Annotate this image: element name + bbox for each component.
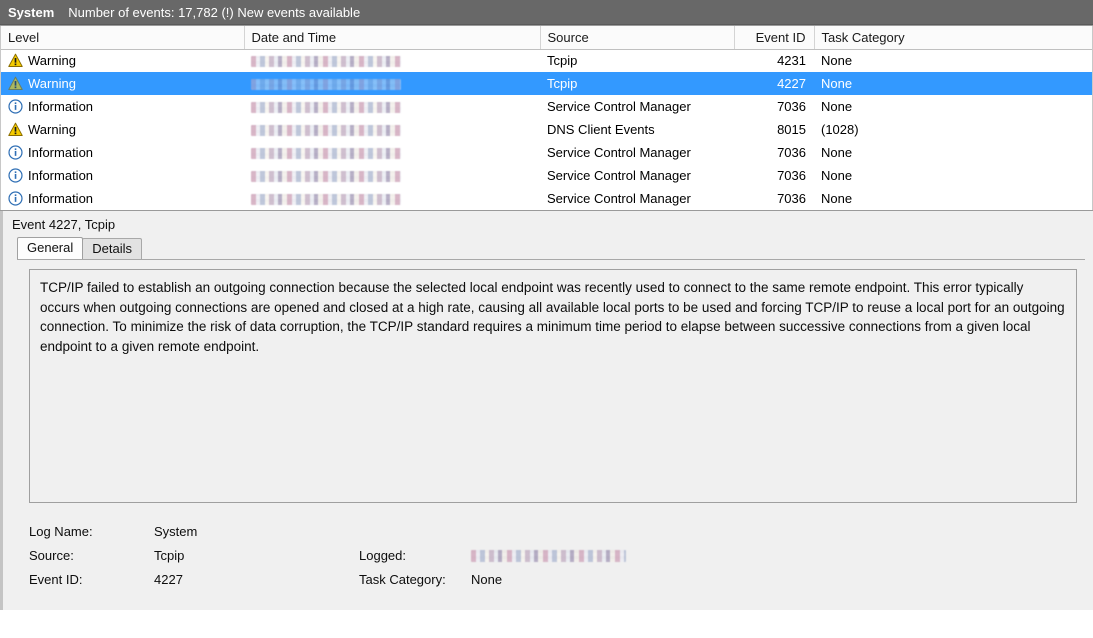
cell-level: Information	[1, 95, 244, 118]
redacted-datetime	[251, 148, 401, 160]
cell-event-id: 4227	[734, 72, 814, 95]
cell-source: Service Control Manager	[547, 191, 691, 206]
table-row[interactable]: Information Service Control Manager 7036 No…	[1, 187, 1092, 210]
cell-date-and-time	[244, 49, 540, 72]
cell-date-and-time	[244, 164, 540, 187]
event-detail-pane: Event 4227, Tcpip General Details TCP/IP…	[0, 211, 1093, 610]
warning-icon	[8, 122, 23, 136]
information-icon	[8, 191, 23, 206]
cell-level: Information	[1, 187, 244, 210]
table-header-row: Level Date and Time Source Event ID Task…	[1, 26, 1092, 50]
cell-source: Tcpip	[547, 53, 578, 69]
column-header-level[interactable]: Level	[1, 26, 245, 50]
level-label: Information	[28, 99, 94, 114]
task-category-label: Task Category:	[359, 571, 446, 587]
cell-event-id: 7036	[777, 145, 806, 160]
table-row[interactable]: Information Service Control Manager 7036 No…	[1, 164, 1092, 187]
event-description-text: TCP/IP failed to establish an outgoing c…	[40, 280, 1065, 354]
table-row[interactable]: Warning DNS Client Events 8015 (1028)	[1, 118, 1092, 141]
column-header-task-category[interactable]: Task Category	[814, 26, 1092, 50]
level-label: Warning	[28, 76, 76, 91]
event-metadata-fields: Log Name: System Source: Tcpip Logged: E…	[29, 519, 1085, 591]
cell-event-id: 8015	[777, 122, 806, 137]
tab-details[interactable]: Details	[82, 238, 142, 259]
event-id-label: Event ID:	[29, 571, 83, 587]
redacted-datetime	[251, 56, 401, 68]
redacted-datetime	[251, 102, 401, 114]
level-label: Information	[28, 191, 94, 206]
cell-event-id: 4231	[777, 53, 806, 69]
metadata-row-source-logged: Source: Tcpip Logged:	[29, 543, 1085, 567]
event-list-table[interactable]: Level Date and Time Source Event ID Task…	[1, 26, 1092, 210]
cell-level: Warning	[1, 72, 244, 95]
cell-task-category: None	[821, 53, 853, 69]
table-row[interactable]: Information Service Control Manager 7036 No…	[1, 95, 1092, 118]
source-value: Tcpip	[154, 547, 185, 563]
cell-date-and-time	[244, 187, 540, 210]
cell-level: Information	[1, 141, 244, 164]
redacted-logged-timestamp	[471, 550, 626, 563]
metadata-row-log-name: Log Name: System	[29, 519, 1085, 543]
warning-icon	[8, 53, 23, 68]
event-detail-title-text: Event 4227, Tcpip	[12, 216, 116, 232]
warning-icon	[8, 76, 23, 90]
tab-general[interactable]: General	[17, 237, 84, 259]
event-description-box[interactable]: TCP/IP failed to establish an outgoing c…	[29, 269, 1077, 503]
information-icon	[8, 168, 23, 183]
redacted-datetime	[251, 79, 401, 91]
table-row[interactable]: Warning Tcpip 4231 None	[1, 49, 1092, 72]
cell-date-and-time	[244, 72, 540, 95]
cell-date-and-time	[244, 95, 540, 118]
redacted-datetime	[251, 194, 401, 206]
cell-level: Warning	[1, 118, 244, 141]
information-icon	[8, 145, 23, 160]
cell-task-category: (1028)	[821, 122, 859, 137]
source-label: Source:	[29, 547, 74, 563]
event-detail-body: General Details TCP/IP failed to establi…	[0, 237, 1093, 610]
logged-label: Logged:	[359, 547, 406, 563]
column-header-event-id[interactable]: Event ID	[734, 26, 815, 50]
level-label: Information	[28, 168, 94, 183]
cell-task-category: None	[821, 191, 853, 206]
cell-level: Information	[1, 164, 244, 187]
cell-task-category: None	[814, 72, 1092, 95]
level-label: Information	[28, 145, 94, 160]
cell-source: Service Control Manager	[547, 168, 691, 183]
cell-date-and-time	[244, 118, 540, 141]
log-name-title: System	[8, 4, 55, 20]
task-category-value: None	[471, 571, 503, 587]
cell-level: Warning	[1, 49, 244, 72]
log-name-value: System	[154, 523, 198, 539]
general-tab-panel: TCP/IP failed to establish an outgoing c…	[17, 259, 1085, 608]
table-row[interactable]: Warning Tcpip 4227 None	[1, 72, 1092, 95]
log-name-label: Log Name:	[29, 523, 93, 539]
cell-source: DNS Client Events	[547, 122, 655, 137]
table-row[interactable]: Information Service Control Manager 7036 No…	[1, 141, 1092, 164]
detail-tab-strip: General Details	[3, 237, 1093, 259]
cell-event-id: 7036	[777, 99, 806, 114]
cell-date-and-time	[244, 141, 540, 164]
cell-task-category: None	[821, 168, 853, 183]
level-label: Warning	[28, 122, 76, 137]
cell-event-id: 7036	[777, 168, 806, 183]
column-header-date-and-time[interactable]: Date and Time	[244, 26, 541, 50]
event-detail-title: Event 4227, Tcpip	[0, 211, 1093, 237]
event-list-region: Level Date and Time Source Event ID Task…	[0, 25, 1093, 211]
cell-source: Service Control Manager	[547, 99, 691, 114]
log-header-bar: System Number of events: 17,782 (!) New …	[0, 0, 1093, 25]
redacted-datetime	[251, 125, 401, 137]
cell-event-id: 7036	[777, 191, 806, 206]
metadata-row-event-id-task-category: Event ID: 4227 Task Category: None	[29, 567, 1085, 591]
cell-source: Tcpip	[540, 72, 734, 95]
cell-source: Service Control Manager	[547, 145, 691, 160]
events-count-status: Number of events: 17,782 (!) New events …	[68, 4, 361, 20]
level-label: Warning	[28, 53, 76, 69]
column-header-source[interactable]: Source	[540, 26, 735, 50]
logged-value	[471, 548, 626, 563]
cell-task-category: None	[821, 145, 853, 160]
information-icon	[8, 99, 23, 114]
cell-task-category: None	[821, 99, 853, 114]
redacted-datetime	[251, 171, 401, 183]
event-id-value: 4227	[154, 571, 183, 587]
